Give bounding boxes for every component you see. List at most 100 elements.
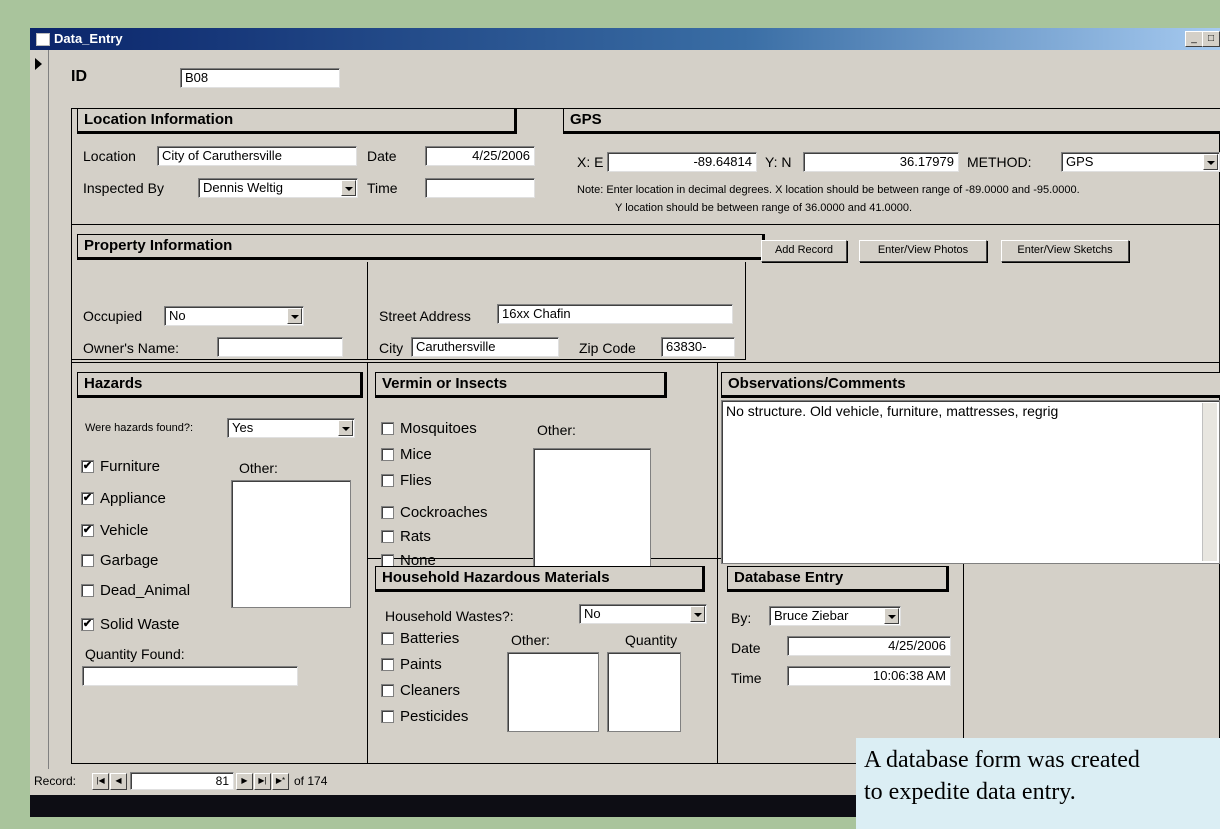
checkbox-box[interactable] — [381, 506, 394, 519]
inspected-by-combo[interactable]: Dennis Weltig — [198, 178, 358, 198]
checkbox-box[interactable] — [381, 658, 394, 671]
hazard-solid-waste-checkbox[interactable]: ✔ Solid Waste — [81, 616, 179, 633]
divider — [963, 558, 964, 764]
chevron-down-icon[interactable] — [690, 606, 705, 622]
hazards-other-field[interactable] — [231, 480, 351, 608]
chevron-down-icon[interactable] — [338, 420, 353, 436]
checkbox-box[interactable] — [81, 554, 94, 567]
vermin-cockroaches-checkbox[interactable]: Cockroaches — [381, 504, 488, 521]
household-wastes-combo[interactable]: No — [579, 604, 707, 624]
hazard-appliance-checkbox[interactable]: ✔ Appliance — [81, 490, 166, 507]
last-record-icon[interactable]: ▶| — [254, 773, 271, 790]
chevron-down-icon[interactable] — [287, 308, 302, 324]
household-batteries-checkbox[interactable]: Batteries — [381, 630, 459, 647]
database-entry-header: Database Entry — [727, 566, 949, 592]
db-time-label: Time — [731, 670, 762, 686]
time-field[interactable] — [425, 178, 535, 198]
checkbox-box[interactable]: ✔ — [81, 460, 94, 473]
observations-header: Observations/Comments — [721, 372, 1220, 398]
gps-y-field[interactable]: 36.17979 — [803, 152, 959, 172]
gps-note-line1: Note: Enter location in decimal degrees.… — [577, 184, 1080, 196]
quantity-found-label: Quantity Found: — [85, 646, 185, 662]
gps-x-field[interactable]: -89.64814 — [607, 152, 757, 172]
caption-line-2: to expedite data entry. — [864, 779, 1076, 805]
hazard-garbage-checkbox[interactable]: Garbage — [81, 552, 158, 569]
household-pesticides-checkbox[interactable]: Pesticides — [381, 708, 468, 725]
new-record-icon[interactable]: ▶* — [272, 773, 289, 790]
occupied-label: Occupied — [83, 308, 143, 324]
vermin-mosquitoes-checkbox[interactable]: Mosquitoes — [381, 420, 477, 437]
hazard-furniture-checkbox[interactable]: ✔ Furniture — [81, 458, 160, 475]
caption-line-1: A database form was created — [864, 747, 1140, 773]
next-record-icon[interactable]: ▶ — [236, 773, 253, 790]
chevron-down-icon[interactable] — [884, 608, 899, 624]
city-field[interactable]: Caruthersville — [411, 337, 559, 357]
id-label: ID — [71, 68, 87, 85]
vermin-rats-checkbox[interactable]: Rats — [381, 528, 431, 545]
db-time-field[interactable]: 10:06:38 AM — [787, 666, 951, 686]
db-by-label: By: — [731, 610, 752, 626]
checkbox-label: Vehicle — [100, 522, 149, 539]
record-number-field[interactable]: 81 — [130, 772, 234, 790]
record-selector[interactable] — [30, 50, 49, 769]
previous-record-icon[interactable]: ◀ — [110, 773, 127, 790]
slide-caption: A database form was created to expedite … — [856, 738, 1220, 829]
vermin-flies-checkbox[interactable]: Flies — [381, 472, 432, 489]
hazards-other-label: Other: — [239, 460, 278, 476]
checkbox-box[interactable]: ✔ — [81, 524, 94, 537]
current-record-arrow-icon — [35, 58, 42, 70]
checkbox-label: Rats — [400, 528, 431, 545]
zip-code-field[interactable]: 63830- — [661, 337, 735, 357]
vermin-other-field[interactable] — [533, 448, 651, 578]
occupied-combo[interactable]: No — [164, 306, 304, 326]
hazards-found-value: Yes — [232, 420, 254, 435]
method-combo[interactable]: GPS — [1061, 152, 1220, 172]
minimize-button[interactable]: _ — [1185, 31, 1203, 47]
location-field[interactable]: City of Caruthersville — [157, 146, 357, 166]
observations-scrollbar[interactable] — [1202, 403, 1217, 561]
first-record-icon[interactable]: |◀ — [92, 773, 109, 790]
checkbox-box[interactable] — [381, 632, 394, 645]
db-by-combo[interactable]: Bruce Ziebar — [769, 606, 901, 626]
checkbox-box[interactable] — [81, 584, 94, 597]
chevron-down-icon[interactable] — [1203, 154, 1218, 170]
checkbox-box[interactable] — [381, 474, 394, 487]
checkbox-label: Solid Waste — [100, 616, 180, 633]
maximize-button[interactable]: □ — [1202, 31, 1220, 47]
checkbox-box[interactable]: ✔ — [81, 492, 94, 505]
vermin-mice-checkbox[interactable]: Mice — [381, 446, 432, 463]
checkbox-box[interactable] — [381, 710, 394, 723]
checkbox-box[interactable] — [381, 422, 394, 435]
checkbox-label: Flies — [400, 472, 432, 489]
street-address-field[interactable]: 16xx Chafin — [497, 304, 733, 324]
quantity-found-field[interactable] — [82, 666, 298, 686]
enter-view-photos-button[interactable]: Enter/View Photos — [859, 240, 987, 262]
location-header: Location Information — [77, 108, 517, 134]
date-field[interactable]: 4/25/2006 — [425, 146, 535, 166]
checkbox-label: Garbage — [100, 552, 159, 569]
gps-header: GPS — [563, 108, 1220, 134]
household-other-field[interactable] — [507, 652, 599, 732]
checkbox-box[interactable] — [381, 684, 394, 697]
observations-field[interactable]: No structure. Old vehicle, furniture, ma… — [721, 400, 1220, 564]
owner-name-field[interactable] — [217, 337, 343, 357]
gps-y-label: Y: N — [765, 154, 792, 170]
hazard-vehicle-checkbox[interactable]: ✔ Vehicle — [81, 522, 148, 539]
checkbox-box[interactable] — [381, 530, 394, 543]
chevron-down-icon[interactable] — [341, 180, 356, 196]
occupied-value: No — [169, 308, 186, 323]
household-paints-checkbox[interactable]: Paints — [381, 656, 442, 673]
hazard-dead-animal-checkbox[interactable]: Dead_Animal — [81, 582, 190, 599]
hazards-found-combo[interactable]: Yes — [227, 418, 355, 438]
add-record-button[interactable]: Add Record — [761, 240, 847, 262]
checkbox-label: Mice — [400, 446, 432, 463]
db-date-field[interactable]: 4/25/2006 — [787, 636, 951, 656]
id-field[interactable]: B08 — [180, 68, 340, 88]
db-date-label: Date — [731, 640, 761, 656]
household-cleaners-checkbox[interactable]: Cleaners — [381, 682, 460, 699]
checkbox-box[interactable]: ✔ — [81, 618, 94, 631]
enter-view-sketchs-button[interactable]: Enter/View Sketchs — [1001, 240, 1129, 262]
household-quantity-field[interactable] — [607, 652, 681, 732]
checkbox-box[interactable] — [381, 448, 394, 461]
owner-name-label: Owner's Name: — [83, 340, 180, 356]
